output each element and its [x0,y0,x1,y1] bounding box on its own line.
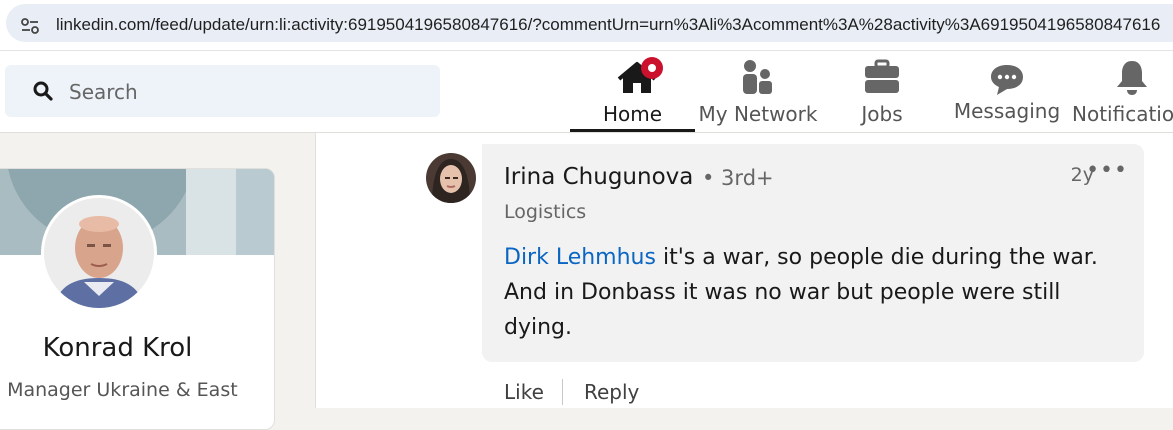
reply-button[interactable]: Reply [584,380,639,404]
nav-notifications[interactable]: Notifications [1072,51,1173,132]
home-icon [617,57,663,93]
search-input[interactable] [67,75,411,109]
network-icon [743,60,772,94]
top-nav: Home My Network Jobs Messaging [0,51,1173,133]
author-headline: Logistics [504,201,587,223]
profile-name[interactable]: Konrad Krol [1,333,234,363]
address-bar[interactable]: linkedin.com/feed/update/urn:li:activity… [6,4,1173,42]
comment-bubble: Irina Chugunova • 3rd+ 2y ••• Logistics … [482,144,1144,362]
commenter-photo [426,153,476,203]
search-icon [33,81,53,101]
commenter-avatar[interactable] [426,153,476,203]
profile-photo [44,198,154,308]
action-divider [562,379,563,405]
nav-my-network-label: My Network [698,102,818,126]
active-tab-indicator [570,129,695,132]
comment-author[interactable]: Irina Chugunova [504,164,693,190]
nav-messaging[interactable]: Messaging [952,51,1062,132]
connection-degree: • 3rd+ [702,166,774,190]
avatar[interactable] [41,195,157,311]
messaging-icon [991,65,1023,95]
nav-home-label: Home [602,102,663,126]
nav-notifications-label: Notifications [1072,102,1173,126]
nav-home[interactable]: Home [570,51,695,132]
like-button[interactable]: Like [504,380,544,404]
profile-headline: n Manager Ukraine & East [0,379,238,401]
nav-messaging-label: Messaging [953,99,1061,123]
nav-jobs[interactable]: Jobs [840,51,924,132]
url-text[interactable]: linkedin.com/feed/update/urn:li:activity… [56,15,1160,35]
nav-my-network[interactable]: My Network [697,51,819,132]
more-options-icon[interactable]: ••• [1086,158,1128,183]
nav-jobs-label: Jobs [861,102,903,126]
profile-card[interactable]: Konrad Krol n Manager Ukraine & East [0,168,275,430]
briefcase-icon [865,59,899,93]
browser-url-bar: linkedin.com/feed/update/urn:li:activity… [0,0,1173,51]
site-settings-icon[interactable] [20,16,40,36]
comment-text: Dirk Lehmhus it's a war, so people die d… [504,240,1124,345]
bell-icon [1117,61,1147,95]
search-box[interactable] [5,65,440,117]
mention-link[interactable]: Dirk Lehmhus [504,245,656,270]
